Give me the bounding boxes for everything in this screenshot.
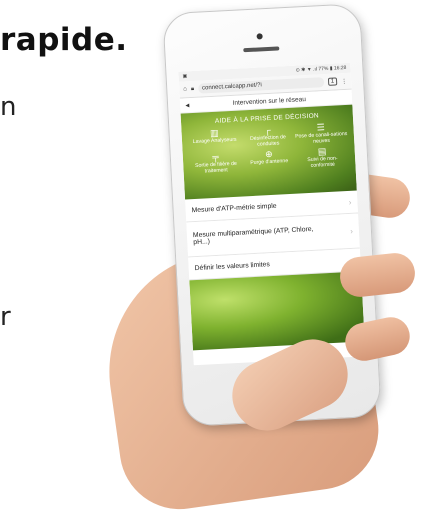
speaker-grille xyxy=(243,46,280,53)
phone-screen: ▣ ⊙ ✱ ▼ .ıl 77% ▮ 16:28 ⌂ 🔒︎ connect.cal… xyxy=(178,62,366,366)
tile-label: Suivi de non-conformité xyxy=(307,155,338,169)
tile-label: Pose de canali-sations neuves xyxy=(294,130,348,145)
chevron-right-icon: › xyxy=(350,226,354,236)
tile-label: Lavage Analyseurs xyxy=(192,136,237,146)
tile-label: Sortie de filière de traitement xyxy=(194,160,237,175)
hand-finger xyxy=(338,251,417,299)
tab-count-button[interactable]: 1 xyxy=(327,77,338,86)
tile-label: Désinfection de conduites xyxy=(249,134,286,148)
page-heading: rapide. xyxy=(0,22,128,58)
decision-grid: ▥ Lavage Analyseurs ┌ Désinfection de co… xyxy=(181,118,355,176)
tile-suivi-non-conformite[interactable]: ▤ Suivi de non-conformité xyxy=(295,145,349,170)
decision-panel: AIDE À LA PRISE DE DÉCISION ▥ Lavage Ana… xyxy=(180,104,357,200)
menu-item-label: Mesure multiparamétrique (ATP, Chlore, p… xyxy=(192,225,314,247)
tile-pose-canalisations[interactable]: ☰ Pose de canali-sations neuves xyxy=(294,121,348,146)
home-icon[interactable]: ⌂ xyxy=(183,86,187,92)
decorative-leaf-image xyxy=(189,271,365,351)
camera-icon xyxy=(256,33,263,40)
tile-lavage[interactable]: ▥ Lavage Analyseurs xyxy=(187,127,241,152)
menu-item-label: Définir les valeurs limites xyxy=(194,260,270,272)
status-left: ▣ xyxy=(182,73,188,80)
menu-icon[interactable]: ⋮ xyxy=(341,77,347,84)
tile-desinfection[interactable]: ┌ Désinfection de conduites xyxy=(241,124,295,149)
text-fragment-1: n xyxy=(0,92,17,122)
tile-purge-antenne[interactable]: ⊕ Purge d'antenne xyxy=(242,148,296,173)
status-right: ⊙ ✱ ▼ .ıl 77% ▮ 16:28 xyxy=(295,64,347,74)
text-fragment-2: r xyxy=(0,302,11,332)
lock-icon: 🔒︎ xyxy=(190,85,195,92)
chevron-right-icon: › xyxy=(348,197,352,207)
menu-item-label: Mesure d'ATP-métrie simple xyxy=(191,202,277,214)
tile-sortie-filiere[interactable]: ╤ Sortie de filière de traitement xyxy=(189,150,243,175)
tile-label: Purge d'antenne xyxy=(250,158,289,167)
